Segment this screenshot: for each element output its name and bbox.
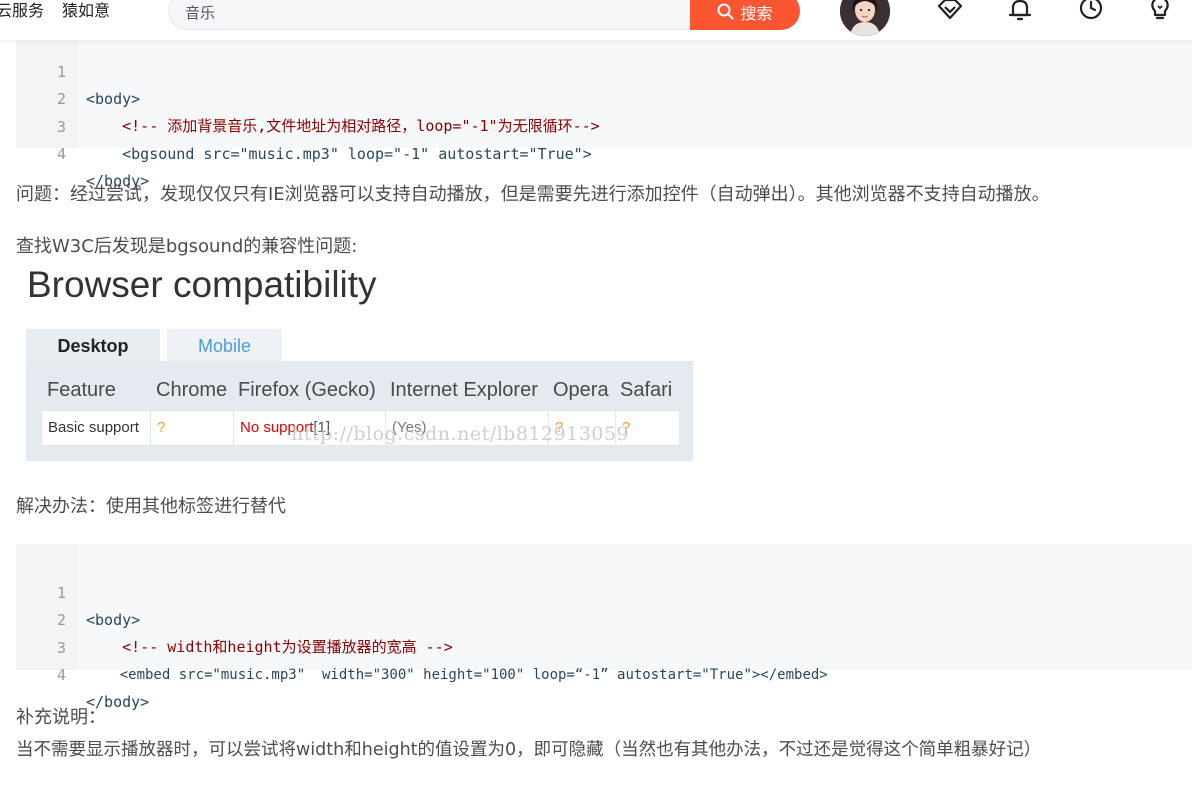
search-button-label: 搜索 [740, 3, 773, 23]
code-line: <body> [86, 611, 141, 629]
lightbulb-icon[interactable] [1146, 0, 1174, 24]
column-header: Internet Explorer [390, 379, 538, 401]
search-box [168, 0, 690, 30]
column-header: Opera [553, 379, 609, 401]
nav-link-cloud-service[interactable]: 云服务 [0, 0, 44, 22]
solution-paragraph: 解决办法：使用其他标签进行替代 [16, 496, 286, 517]
cell-chrome: ? [151, 411, 234, 445]
search-button[interactable]: 搜索 [690, 0, 800, 30]
w3c-paragraph: 查找W3C后发现是bgsound的兼容性问题: [16, 236, 358, 257]
code-block-bgsound: 1 <body> 2 <!-- 添加背景音乐,文件地址为相对路径，loop="-… [16, 30, 1192, 190]
line-number: 4 [56, 666, 66, 684]
watermark: http://blog.csdn.net/lb812913059 [291, 423, 630, 445]
vip-diamond-icon[interactable] [936, 0, 964, 24]
avatar[interactable] [840, 0, 890, 36]
search-input[interactable] [185, 1, 665, 23]
bell-icon[interactable] [1006, 0, 1034, 24]
tab-mobile: Mobile [167, 329, 282, 363]
top-navigation-bar: 云服务 猿如意 搜索 [0, 0, 1192, 40]
code-line-comment: <!-- width和height为设置播放器的宽高 --> [86, 638, 453, 656]
column-header: Safari [620, 379, 673, 401]
column-header: Chrome [156, 379, 228, 401]
column-header: Firefox (Gecko) [238, 379, 376, 401]
code-line: <embed src="music.mp3" width="300" heigh… [86, 667, 828, 683]
avatar-portrait [840, 0, 890, 36]
history-clock-icon[interactable] [1077, 0, 1105, 24]
tab-desktop: Desktop [26, 329, 160, 363]
code-line: <bgsound src="music.mp3" loop="-1" autos… [86, 145, 592, 163]
browser-compatibility-image: Browser compatibility Desktop Mobile Fea… [16, 258, 706, 468]
column-header: Feature [47, 379, 116, 401]
code-line-comment: <!-- 添加背景音乐,文件地址为相对路径，loop="-1"为无限循环--> [86, 117, 600, 135]
problem-paragraph: 问题：经过尝试，发现仅仅只有IE浏览器可以支持自动播放，但是需要先进行添加控件（… [16, 184, 1050, 205]
search-icon [717, 3, 734, 20]
nav-link-yuanruyi[interactable]: 猿如意 [62, 0, 110, 22]
code-line: <body> [86, 90, 141, 108]
line-number: 4 [56, 145, 66, 163]
note-body: 当不需要显示播放器时，可以尝试将width和height的值设置为0，即可隐藏（… [16, 740, 1042, 760]
compat-table: Feature Chrome Firefox (Gecko) Internet … [26, 361, 693, 461]
code-block-embed: 1 <body> 2 <!-- width和height为设置播放器的宽高 --… [16, 544, 1192, 711]
note-title: 补充说明： [16, 707, 106, 728]
compat-heading: Browser compatibility [27, 264, 377, 305]
cell-feature: Basic support [42, 411, 151, 445]
